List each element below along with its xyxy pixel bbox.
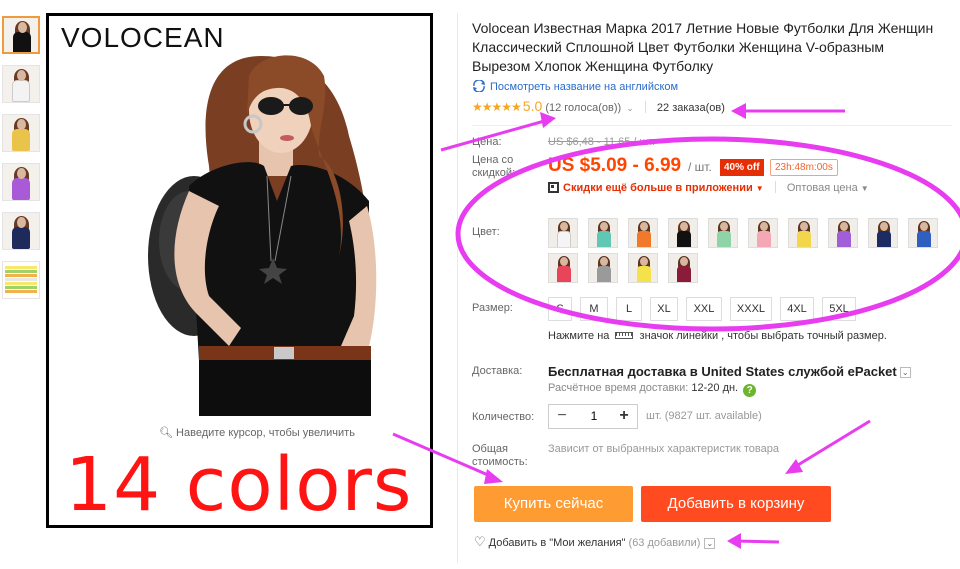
model-photo — [148, 55, 377, 416]
thumbnail-purple[interactable] — [2, 163, 40, 201]
thumbnail-yellow[interactable] — [2, 114, 40, 152]
translate-link[interactable]: Посмотреть название на английском — [472, 80, 678, 93]
color-swatch-wine[interactable] — [668, 253, 698, 283]
shipping-label: Доставка: — [472, 365, 523, 377]
quantity-stepper: − + — [548, 404, 638, 429]
quantity-input[interactable] — [574, 405, 614, 428]
total-note: Зависит от выбранных характеристик товар… — [548, 443, 779, 455]
quantity-label: Количество: — [472, 411, 535, 423]
decrease-quantity-button[interactable]: − — [551, 405, 573, 428]
color-swatch-yellow[interactable] — [788, 218, 818, 248]
size-option-m[interactable]: M — [580, 297, 608, 321]
color-swatch-purple[interactable] — [828, 218, 858, 248]
buy-now-button[interactable]: Купить сейчас — [474, 486, 633, 522]
divider — [774, 181, 776, 193]
annotation-arrowhead — [727, 533, 741, 549]
color-swatch-gray[interactable] — [588, 253, 618, 283]
size-option-s[interactable]: S — [548, 297, 572, 321]
color-swatch-mint[interactable] — [588, 218, 618, 248]
zoom-hint: 🔍︎ Наведите курсор, чтобы увеличить — [159, 427, 355, 439]
color-swatch-red[interactable] — [548, 253, 578, 283]
color-label: Цвет: — [472, 226, 500, 238]
star-rating-icon: ★★★★★ — [472, 100, 522, 114]
current-price: US $5.09 - 6.99 — [548, 155, 682, 176]
price-unit: / шт. — [688, 160, 712, 174]
magnifier-icon: 🔍︎ — [159, 427, 173, 439]
divider-line — [472, 125, 952, 126]
rating-row: ★★★★★ 5.0 (12 голоса(ов)) ⌄ 22 заказа(ов) — [472, 98, 725, 114]
chevron-down-icon[interactable]: ⌄ — [626, 103, 634, 113]
size-option-xxl[interactable]: XXL — [686, 297, 722, 321]
annotation-arrow — [734, 539, 780, 544]
add-to-wishlist-link[interactable]: ♡ Добавить в "Мои желания" (63 добавили) ⌄ — [474, 534, 716, 550]
color-swatch-pink[interactable] — [748, 218, 778, 248]
qr-code-icon — [548, 182, 559, 193]
price-label: Цена: — [472, 136, 502, 148]
total-label: Общая стоимость: — [472, 443, 528, 468]
old-price: US $6,48 - 11,65 / шт. — [548, 136, 656, 148]
color-swatch-orange[interactable] — [628, 218, 658, 248]
available-stock: шт. (9827 шт. available) — [646, 410, 762, 422]
annotation-arrowhead — [731, 103, 746, 119]
chevron-down-icon[interactable]: ⌄ — [899, 367, 911, 378]
wholesale-link[interactable]: Оптовая цена — [787, 182, 858, 194]
orders-count: 22 заказа(ов) — [656, 102, 725, 114]
wishlist-count: (63 добавили) — [628, 537, 701, 549]
color-swatch-lemon[interactable] — [628, 253, 658, 283]
shipping-method[interactable]: Бесплатная доставка в United States служ… — [548, 364, 911, 379]
heart-icon: ♡ — [474, 534, 486, 549]
size-option-xxxl[interactable]: XXXL — [730, 297, 772, 321]
app-discount-link[interactable]: Скидки ещё больше в приложении — [563, 182, 753, 194]
size-option-5xl[interactable]: 5XL — [822, 297, 856, 321]
app-discount-row: Скидки ещё больше в приложении ▼ Оптовая… — [548, 181, 869, 194]
shipping-days: 12-20 дн. — [691, 382, 739, 394]
annotation-arrowhead — [484, 469, 503, 484]
countdown-timer: 23h:48m:00s — [770, 159, 838, 176]
shipping-time: Расчётное время доставки: 12-20 дн. ? — [548, 382, 757, 397]
size-option-l[interactable]: L — [616, 297, 642, 321]
product-title: Volocean Известная Марка 2017 Летние Нов… — [472, 20, 934, 74]
annotation-arrowhead — [785, 459, 803, 474]
divider — [644, 101, 646, 113]
size-label: Размер: — [472, 302, 513, 314]
chevron-down-icon[interactable]: ⌄ — [704, 538, 716, 549]
color-swatch-blue[interactable] — [908, 218, 938, 248]
main-product-image[interactable]: VOLOCEAN 🔍︎ Наведите курсор, чтобы увели… — [46, 13, 433, 528]
discount-badge: 40% off — [720, 159, 764, 176]
thumbnail-size-chart[interactable] — [2, 261, 40, 299]
color-swatch-navy[interactable] — [868, 218, 898, 248]
rating-score: 5.0 — [522, 98, 543, 114]
thumbnail-black[interactable] — [2, 16, 40, 54]
colors-caption: 14 colors — [65, 442, 413, 528]
caret-down-icon[interactable]: ▼ — [861, 184, 869, 193]
color-swatch-black[interactable] — [668, 218, 698, 248]
size-option-4xl[interactable]: 4XL — [780, 297, 814, 321]
color-swatch-light-green[interactable] — [708, 218, 738, 248]
size-hint: Нажмите на значок линейки , чтобы выбрат… — [548, 330, 887, 342]
ruler-icon[interactable] — [615, 332, 634, 339]
column-divider — [457, 13, 458, 563]
discount-price-label: Цена со скидкой: — [472, 154, 516, 179]
color-swatch-white[interactable] — [548, 218, 578, 248]
votes-link[interactable]: (12 голоса(ов)) — [545, 102, 621, 114]
add-to-cart-button[interactable]: Добавить в корзину — [641, 486, 831, 522]
thumbnail-white[interactable] — [2, 65, 40, 103]
size-option-xl[interactable]: XL — [650, 297, 678, 321]
annotation-arrow — [792, 419, 871, 470]
thumbnail-navy[interactable] — [2, 212, 40, 250]
thumbnail-strip — [2, 16, 44, 310]
caret-down-icon[interactable]: ▼ — [756, 184, 764, 193]
translate-icon — [473, 80, 485, 92]
increase-quantity-button[interactable]: + — [613, 405, 635, 428]
help-icon[interactable]: ? — [743, 384, 757, 397]
